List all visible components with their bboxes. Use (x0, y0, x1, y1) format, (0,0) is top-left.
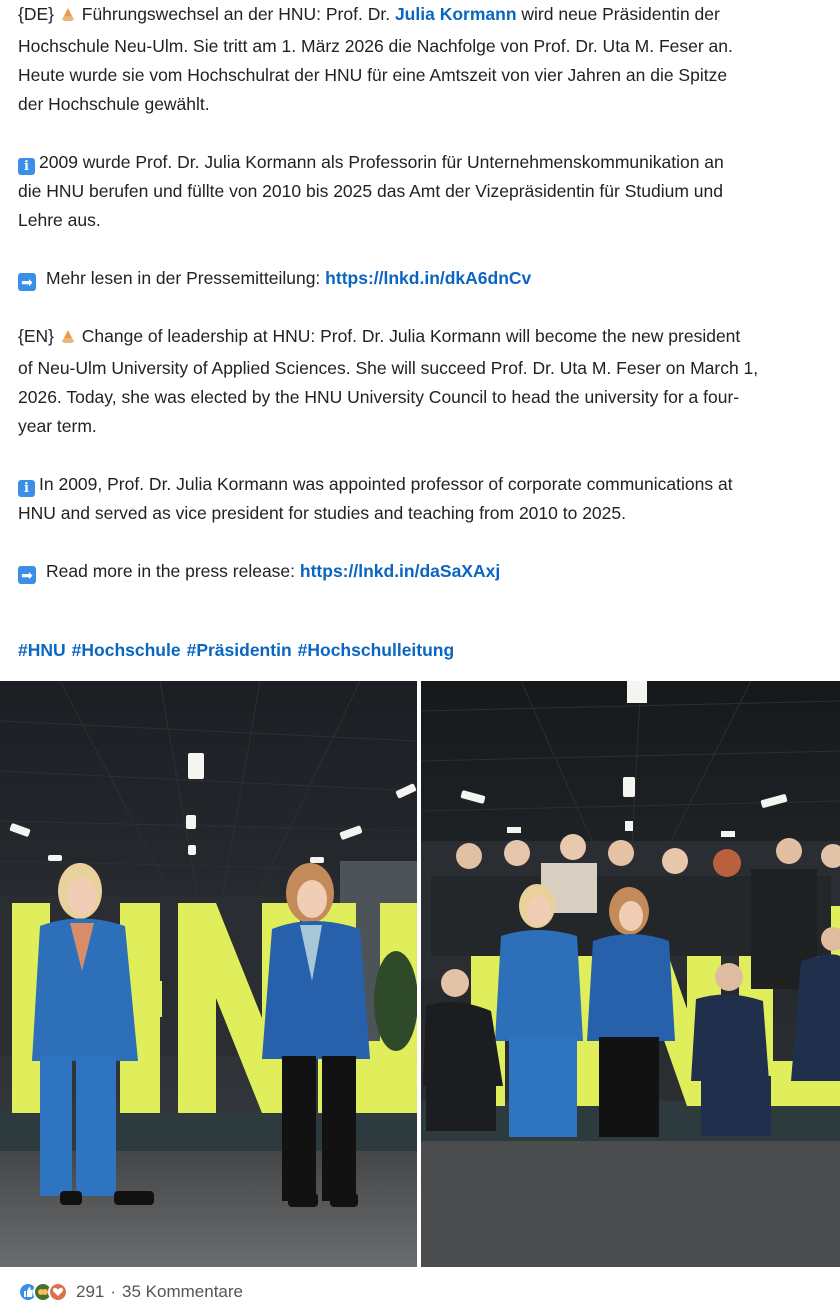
love-reaction-icon (48, 1282, 68, 1302)
photo-group-leadership[interactable] (421, 681, 840, 1267)
pointing-hand-icon (59, 325, 77, 354)
pointing-hand-icon (59, 3, 77, 32)
paragraph-de-info: i 2009 wurde Prof. Dr. Julia Kormann als … (18, 152, 724, 230)
paragraph-en-more: ➡ Read more in the press release: https:/… (18, 557, 826, 586)
reaction-icons (18, 1282, 68, 1302)
press-release-link-de[interactable]: https://lnkd.in/dkA6dnCv (325, 268, 531, 288)
paragraph-de-more: ➡ Mehr lesen in der Pressemitteilung: htt… (18, 264, 826, 293)
paragraph-de-intro: {DE} Führungswechsel an der HNU: Prof. D… (18, 3, 733, 114)
hashtag-list: #HNU #Hochschule #Präsidentin #Hochschullei… (18, 637, 460, 663)
press-release-link-en[interactable]: https://lnkd.in/daSaXAxj (300, 561, 500, 581)
right-arrow-icon: ➡ (18, 566, 36, 584)
post-image-gallery (0, 681, 840, 1267)
hashtag-hochschulleitung[interactable]: #Hochschulleitung (298, 640, 455, 660)
paragraph-en-info: i In 2009, Prof. Dr. Julia Kormann was ap… (18, 474, 733, 523)
language-tag-de: {DE} (18, 4, 54, 24)
photo-two-presidents[interactable] (0, 681, 417, 1267)
paragraph-en-intro: {EN} Change of leadership at HNU: Prof. … (18, 325, 759, 436)
info-icon: i (18, 158, 35, 175)
hashtag-praesidentin[interactable]: #Präsidentin (187, 640, 292, 660)
post-body: {DE} Führungswechsel an der HNU: Prof. D… (18, 0, 826, 586)
right-arrow-icon: ➡ (18, 273, 36, 291)
mention-julia-kormann[interactable]: Julia Kormann (395, 4, 517, 24)
separator: · (110, 1282, 117, 1301)
hashtag-hnu[interactable]: #HNU (18, 640, 66, 660)
info-icon: i (18, 480, 35, 497)
language-tag-en: {EN} (18, 326, 54, 346)
reaction-count[interactable]: 291 (76, 1282, 104, 1302)
comments-count[interactable]: 35 Kommentare (122, 1282, 243, 1302)
hashtag-hochschule[interactable]: #Hochschule (72, 640, 181, 660)
social-counts[interactable]: 291 · 35 Kommentare (18, 1278, 243, 1306)
